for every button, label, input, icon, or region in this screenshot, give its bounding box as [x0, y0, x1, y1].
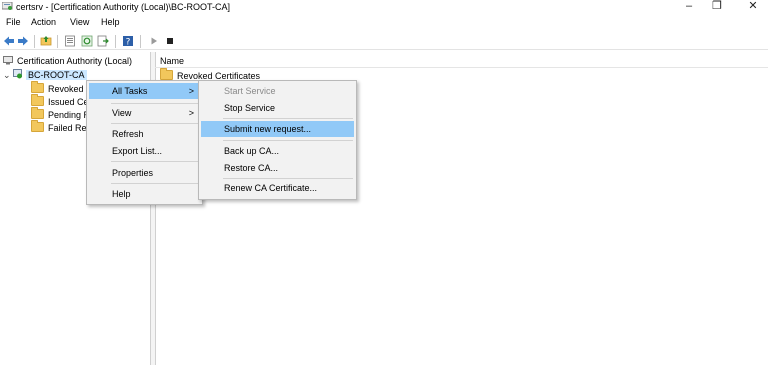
toolbar-separator	[34, 35, 35, 48]
all-tasks-submenu: Start Service Stop Service Submit new re…	[198, 80, 357, 200]
menu-item-label: Refresh	[112, 129, 144, 139]
menu-separator	[111, 103, 199, 104]
up-folder-icon[interactable]	[40, 35, 52, 47]
menu-separator	[111, 123, 199, 124]
refresh-icon[interactable]	[81, 35, 93, 47]
menu-item-label: Properties	[112, 168, 154, 178]
tree-label-selected: BC-ROOT-CA	[26, 70, 87, 80]
menu-item-label: View	[112, 108, 132, 118]
submenu-arrow-icon: >	[188, 108, 194, 118]
menu-item-label: Stop Service	[224, 103, 276, 113]
help-icon[interactable]: ?	[122, 35, 134, 47]
menu-item-submit-new-request[interactable]: Submit new request...	[201, 121, 354, 137]
tree-label: Certification Authority (Local)	[17, 56, 133, 66]
menu-item-stop-service[interactable]: Stop Service	[201, 100, 354, 116]
toolbar: ?	[0, 33, 768, 50]
export-list-icon[interactable]	[97, 35, 109, 47]
menu-item-view[interactable]: View >	[89, 105, 200, 121]
menu-item-renew-ca-certificate[interactable]: Renew CA Certificate...	[201, 180, 354, 196]
context-menu: All Tasks > View > Refresh Export List..…	[86, 80, 203, 205]
certsrv-app-icon	[2, 2, 13, 10]
properties-icon[interactable]	[64, 35, 76, 47]
menu-item-label: Restore CA...	[224, 163, 279, 173]
menu-bar: File Action View Help	[0, 15, 768, 30]
menu-separator	[223, 140, 353, 141]
menu-item-back-up-ca[interactable]: Back up CA...	[201, 143, 354, 159]
svg-text:?: ?	[126, 38, 131, 48]
chevron-down-icon[interactable]: ⌄	[3, 69, 13, 82]
submenu-arrow-icon: >	[188, 86, 194, 96]
tree-item-certification-authority[interactable]: Certification Authority (Local)	[3, 55, 132, 68]
ca-icon	[13, 69, 22, 79]
menu-view[interactable]: View	[70, 17, 89, 27]
column-name-header[interactable]: Name	[160, 56, 184, 66]
menu-separator	[111, 183, 199, 184]
forward-icon[interactable]	[17, 35, 29, 47]
menu-item-label: Help	[112, 189, 131, 199]
stop-icon[interactable]	[164, 35, 176, 47]
tree-item-revoked[interactable]: Revoked C	[31, 81, 93, 96]
folder-icon	[31, 120, 44, 132]
folder-icon	[31, 81, 44, 93]
play-icon[interactable]	[148, 35, 160, 47]
toolbar-separator	[57, 35, 58, 48]
menu-file[interactable]: File	[6, 17, 21, 27]
menu-item-restore-ca[interactable]: Restore CA...	[201, 160, 354, 176]
menu-item-export-list[interactable]: Export List...	[89, 143, 200, 159]
menu-help[interactable]: Help	[101, 17, 120, 27]
folder-icon	[160, 68, 173, 80]
column-header: Name	[155, 52, 768, 68]
menu-item-start-service[interactable]: Start Service	[201, 83, 354, 99]
tree-item-ca[interactable]: ⌄ BC-ROOT-CA	[3, 69, 87, 82]
menu-item-properties[interactable]: Properties	[89, 165, 200, 181]
menu-separator	[223, 118, 353, 119]
tree-label: Failed Req	[48, 123, 92, 133]
menu-item-label: All Tasks	[112, 86, 148, 96]
restore-button[interactable]: ❐	[702, 0, 732, 14]
menu-separator	[223, 178, 353, 179]
title-bar: certsrv - [Certification Authority (Loca…	[0, 0, 768, 15]
back-icon[interactable]	[3, 35, 15, 47]
menu-item-label: Start Service	[224, 86, 276, 96]
menu-separator	[111, 161, 199, 162]
computer-icon	[3, 56, 13, 65]
tree-label: Issued Cer	[48, 97, 92, 107]
menu-item-label: Renew CA Certificate...	[224, 183, 318, 193]
menu-action[interactable]: Action	[31, 17, 56, 27]
menu-item-all-tasks[interactable]: All Tasks >	[89, 83, 200, 99]
window-title: certsrv - [Certification Authority (Loca…	[16, 2, 231, 12]
menu-item-label: Back up CA...	[224, 146, 280, 156]
tree-label: Pending R	[48, 110, 91, 120]
tree-item-issued[interactable]: Issued Cer	[31, 94, 92, 109]
folder-icon	[31, 107, 44, 119]
close-button[interactable]: ✕	[738, 0, 768, 14]
tree-item-failed[interactable]: Failed Req	[31, 120, 92, 135]
tree-item-pending[interactable]: Pending R	[31, 107, 91, 122]
toolbar-separator	[140, 35, 141, 48]
minimize-button[interactable]: –	[674, 0, 704, 14]
menu-item-help[interactable]: Help	[89, 186, 200, 202]
menu-item-refresh[interactable]: Refresh	[89, 126, 200, 142]
menu-item-label: Submit new request...	[224, 124, 312, 134]
toolbar-separator	[115, 35, 116, 48]
menu-item-label: Export List...	[112, 146, 163, 156]
folder-icon	[31, 94, 44, 106]
